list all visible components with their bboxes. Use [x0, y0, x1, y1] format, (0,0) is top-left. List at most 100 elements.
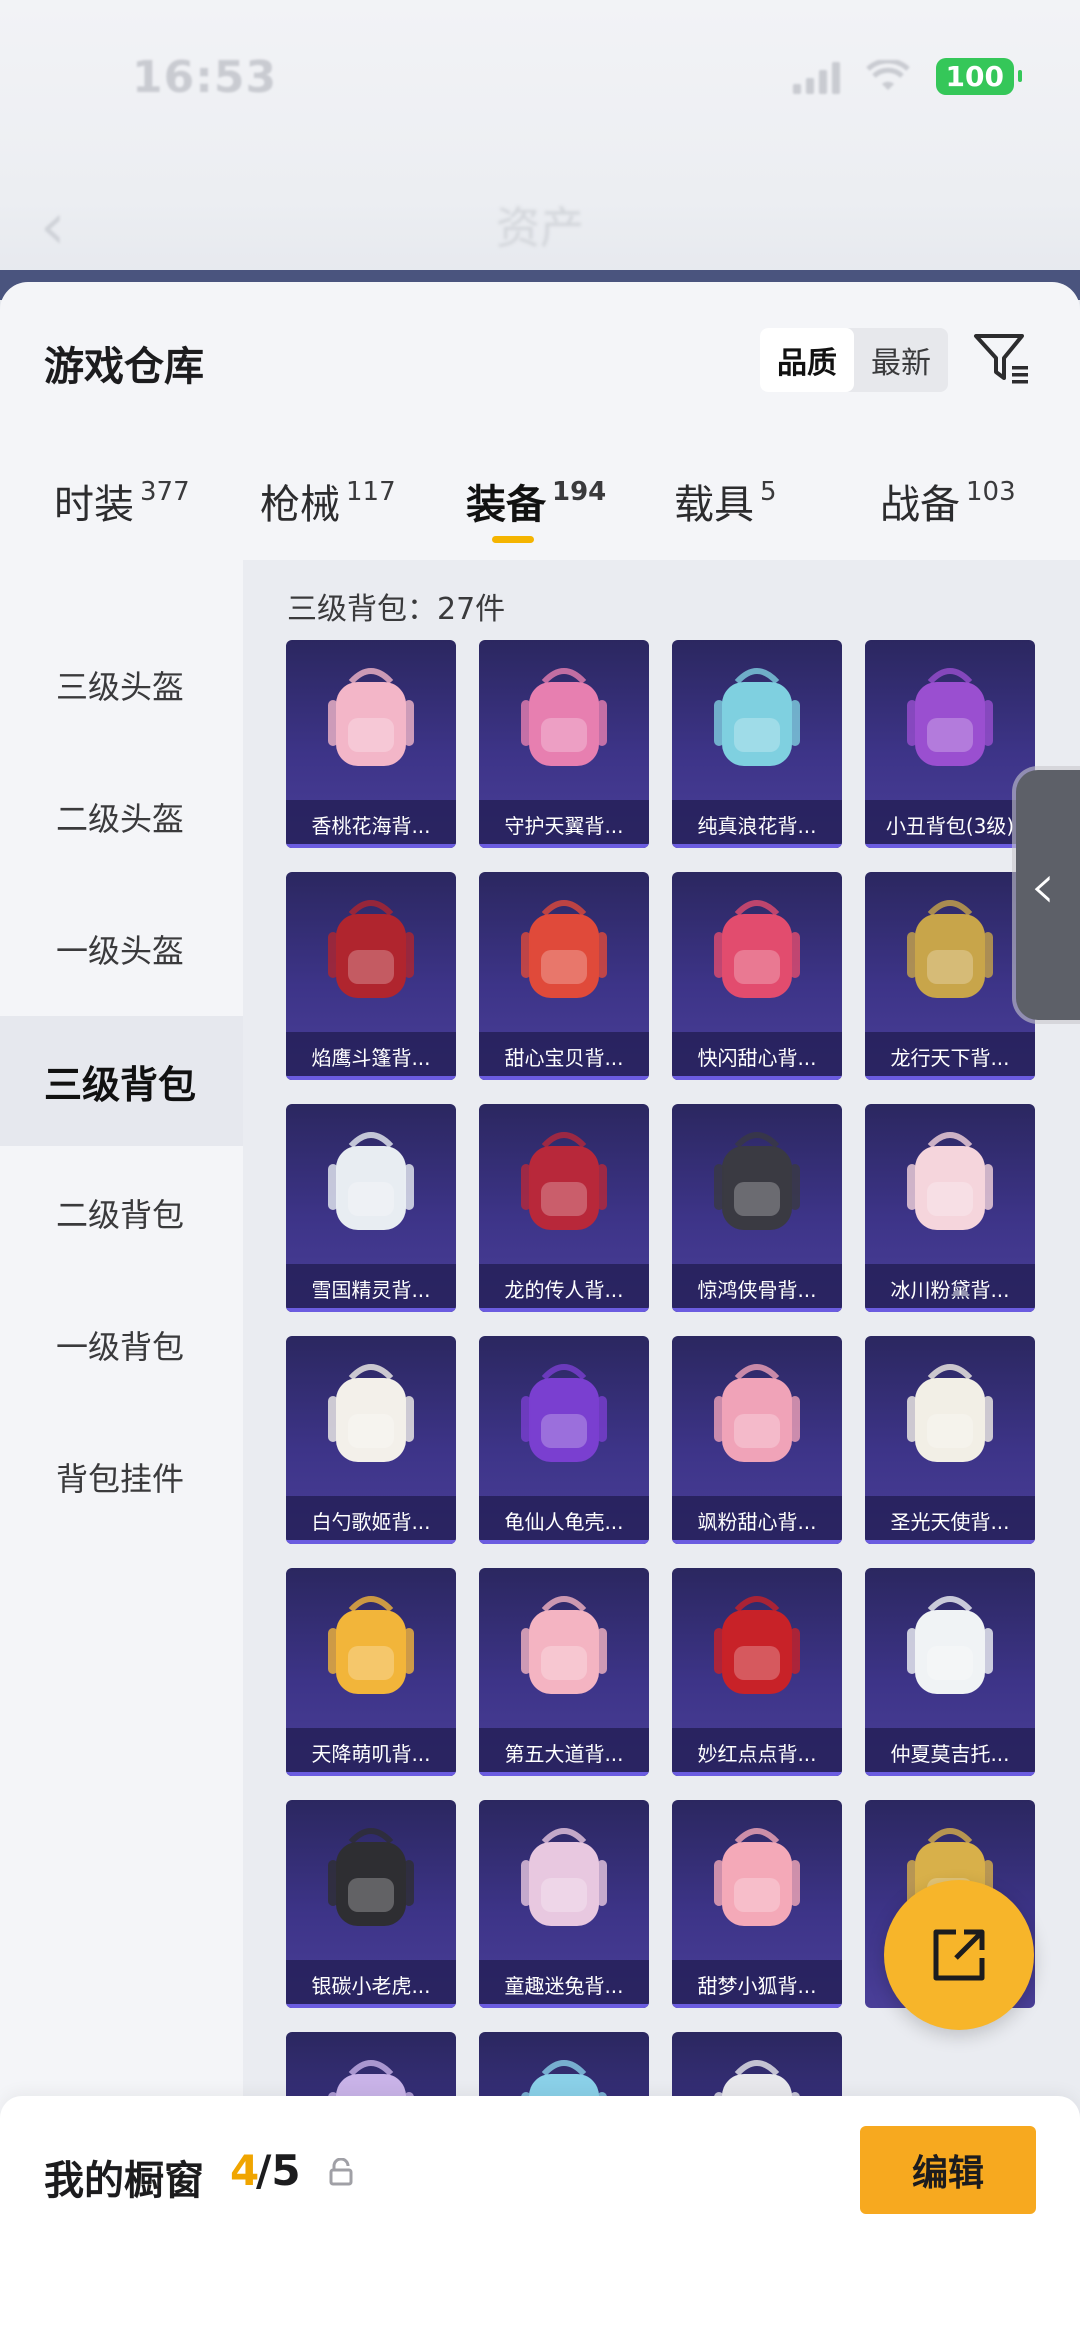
quality-bar	[672, 2004, 842, 2008]
backpack-image	[672, 1104, 842, 1264]
item-card[interactable]: 银碳小老虎...	[286, 1800, 456, 2008]
item-card[interactable]: 香桃花海背...	[286, 640, 456, 848]
category-helmet-lv2[interactable]: 二级头盔	[0, 752, 243, 882]
category-backpack-pendant[interactable]: 背包挂件	[0, 1412, 243, 1542]
item-card[interactable]: 天降萌叽背...	[286, 1568, 456, 1776]
sort-option-latest[interactable]: 最新	[854, 328, 948, 392]
quality-bar	[672, 1308, 842, 1312]
item-card[interactable]: 第五大道背...	[479, 1568, 649, 1776]
item-card[interactable]: 甜心宝贝背...	[479, 872, 649, 1080]
back-icon[interactable]: ‹	[40, 190, 66, 264]
category-helmet-lv1[interactable]: 一级头盔	[0, 884, 243, 1014]
category-backpack-lv2[interactable]: 二级背包	[0, 1148, 243, 1278]
quality-bar	[865, 1772, 1035, 1776]
item-card[interactable]: 龙行天下背...	[865, 872, 1035, 1080]
item-card[interactable]: 圣光天使背...	[865, 1336, 1035, 1544]
lock-icon	[329, 2158, 353, 2186]
backpack-image	[865, 1568, 1035, 1728]
status-icons: 100	[792, 58, 1023, 95]
item-name: 香桃花海背...	[286, 800, 456, 848]
tab-bar: 时装 377 枪械 117 装备 194 载具 5 战备 103	[0, 472, 1080, 572]
quality-bar	[865, 1308, 1035, 1312]
backpack-image	[286, 1800, 456, 1960]
active-tab-indicator	[492, 536, 534, 543]
item-name: 童趣迷兔背...	[479, 1960, 649, 2008]
item-name: 第五大道背...	[479, 1728, 649, 1776]
filter-icon[interactable]	[972, 328, 1032, 388]
tab-count: 377	[140, 477, 190, 507]
item-name: 雪国精灵背...	[286, 1264, 456, 1312]
item-name: 仲夏莫吉托...	[865, 1728, 1035, 1776]
item-card[interactable]: 纯真浪花背...	[672, 640, 842, 848]
tab-fashion[interactable]: 时装 377	[54, 472, 190, 530]
quality-bar	[479, 1308, 649, 1312]
item-card[interactable]: 妙红点点背...	[672, 1568, 842, 1776]
item-card[interactable]: 飒粉甜心背...	[672, 1336, 842, 1544]
sort-option-quality[interactable]: 品质	[760, 328, 854, 392]
quality-bar	[286, 1076, 456, 1080]
side-drawer-handle[interactable]: ‹	[1016, 770, 1080, 1020]
item-name: 快闪甜心背...	[672, 1032, 842, 1080]
item-name: 天降萌叽背...	[286, 1728, 456, 1776]
item-card[interactable]: 雪国精灵背...	[286, 1104, 456, 1312]
showcase-count-total: /5	[256, 2146, 301, 2195]
item-card[interactable]: 惊鸿侠骨背...	[672, 1104, 842, 1312]
item-name: 守护天翼背...	[479, 800, 649, 848]
showcase-bar: 我的橱窗 4 /5 编辑	[0, 2096, 1080, 2341]
item-grid-area: 三级背包：27件 香桃花海背... 守护天翼背... 纯真浪花背... 小丑背包(3级…	[243, 560, 1080, 2340]
tab-supplies[interactable]: 战备 103	[880, 472, 1016, 530]
item-card[interactable]: 快闪甜心背...	[672, 872, 842, 1080]
quality-bar	[479, 1772, 649, 1776]
quality-bar	[865, 844, 1035, 848]
item-card[interactable]: 童趣迷兔背...	[479, 1800, 649, 2008]
quality-bar	[286, 1540, 456, 1544]
quality-bar	[286, 1772, 456, 1776]
quality-bar	[479, 1076, 649, 1080]
backpack-image	[865, 1336, 1035, 1496]
item-name: 龟仙人龟壳...	[479, 1496, 649, 1544]
backpack-image	[479, 1104, 649, 1264]
quality-bar	[286, 2004, 456, 2008]
quality-bar	[672, 1540, 842, 1544]
item-card[interactable]: 龙的传人背...	[479, 1104, 649, 1312]
item-name: 甜心宝贝背...	[479, 1032, 649, 1080]
header-title: 资产	[496, 203, 584, 254]
tab-equipment[interactable]: 装备 194	[466, 472, 606, 530]
tab-label: 战备	[880, 482, 960, 528]
showcase-label: 我的橱窗	[44, 2158, 204, 2204]
item-name: 飒粉甜心背...	[672, 1496, 842, 1544]
item-card[interactable]: 白勺歌姬背...	[286, 1336, 456, 1544]
chevron-left-icon: ‹	[1030, 850, 1056, 924]
item-name: 纯真浪花背...	[672, 800, 842, 848]
item-card[interactable]: 小丑背包(3级)	[865, 640, 1035, 848]
item-card[interactable]: 仲夏莫吉托...	[865, 1568, 1035, 1776]
item-card[interactable]: 龟仙人龟壳...	[479, 1336, 649, 1544]
item-name: 甜梦小狐背...	[672, 1960, 842, 2008]
edit-button[interactable]: 编辑	[860, 2126, 1036, 2214]
tab-label: 载具	[674, 482, 754, 528]
backpack-image	[865, 872, 1035, 1032]
item-name: 圣光天使背...	[865, 1496, 1035, 1544]
category-backpack-lv1[interactable]: 一级背包	[0, 1280, 243, 1410]
backpack-image	[286, 640, 456, 800]
backpack-image	[479, 1568, 649, 1728]
category-helmet-lv3[interactable]: 三级头盔	[0, 620, 243, 750]
tab-label: 时装	[54, 482, 134, 528]
quality-bar	[286, 1308, 456, 1312]
tab-firearms[interactable]: 枪械 117	[260, 472, 396, 530]
item-name: 焰鹰斗篷背...	[286, 1032, 456, 1080]
wifi-icon	[865, 59, 910, 90]
share-button[interactable]	[884, 1880, 1034, 2030]
item-name: 白勺歌姬背...	[286, 1496, 456, 1544]
item-card[interactable]: 焰鹰斗篷背...	[286, 872, 456, 1080]
item-card[interactable]: 守护天翼背...	[479, 640, 649, 848]
item-card[interactable]: 甜梦小狐背...	[672, 1800, 842, 2008]
category-backpack-lv3[interactable]: 三级背包	[0, 1016, 243, 1146]
quality-bar	[865, 1076, 1035, 1080]
quality-bar	[672, 1076, 842, 1080]
tab-vehicles[interactable]: 载具 5	[674, 472, 777, 530]
backpack-image	[672, 872, 842, 1032]
showcase-count-current: 4	[230, 2146, 260, 2195]
tab-count: 117	[346, 477, 396, 507]
item-card[interactable]: 冰川粉黛背...	[865, 1104, 1035, 1312]
